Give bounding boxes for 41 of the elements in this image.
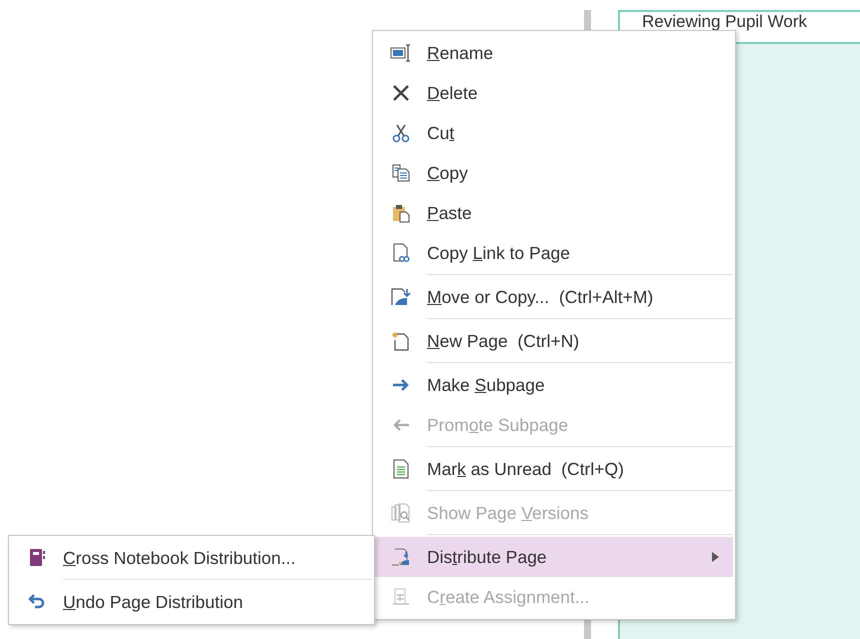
- menu-item-label: Show Page Versions: [427, 502, 589, 524]
- menu-item[interactable]: Mark as Unread (Ctrl+Q): [375, 449, 733, 489]
- menu-item-label: Mark as Unread (Ctrl+Q): [427, 458, 624, 480]
- menu-item[interactable]: Copy Link to Page: [375, 233, 733, 273]
- scissors-icon: [391, 123, 411, 143]
- menu-item-label: Make Subpage: [427, 374, 545, 396]
- menu-item[interactable]: Undo Page Distribution: [11, 582, 372, 622]
- menu-item[interactable]: Move or Copy... (Ctrl+Alt+M): [375, 277, 733, 317]
- menu-item[interactable]: Make Subpage: [375, 365, 733, 405]
- menu-item-label: New Page (Ctrl+N): [427, 330, 580, 352]
- move-page-icon: [390, 287, 412, 307]
- menu-item-label: Undo Page Distribution: [63, 592, 243, 612]
- menu-item-label: Paste: [427, 202, 472, 224]
- menu-item-label: Rename: [427, 42, 494, 64]
- new-page-icon: [391, 331, 411, 351]
- menu-item[interactable]: Delete: [375, 73, 733, 113]
- menu-item[interactable]: New Page (Ctrl+N): [375, 321, 733, 361]
- rename-icon: [390, 43, 412, 63]
- distribute-page-icon: [391, 547, 411, 567]
- menu-item-label: Cut: [427, 122, 454, 144]
- page-link-icon: [391, 243, 411, 263]
- menu-item-label: Copy: [427, 162, 468, 184]
- menu-item[interactable]: Copy: [375, 153, 733, 193]
- menu-item-label: Delete: [427, 82, 478, 104]
- menu-item-label: Move or Copy... (Ctrl+Alt+M): [427, 286, 654, 308]
- menu-item[interactable]: Paste: [375, 193, 733, 233]
- menu-item-label: Create Assignment...: [427, 586, 590, 608]
- menu-item-label: Distribute Page: [427, 546, 547, 568]
- menu-item-label: Copy Link to Page: [427, 242, 570, 264]
- page-versions-icon: [391, 503, 411, 523]
- menu-item[interactable]: Cut: [375, 113, 733, 153]
- menu-item[interactable]: Distribute Page: [375, 537, 733, 577]
- menu-item-label: Promote Subpage: [427, 414, 568, 436]
- copy-icon: [391, 163, 411, 183]
- menu-item-label: Cross Notebook Distribution...: [63, 548, 296, 568]
- menu-item[interactable]: Cross Notebook Distribution...: [11, 538, 372, 578]
- assignment-icon: [391, 587, 411, 607]
- clipboard-icon: [391, 203, 411, 223]
- delete-icon: [391, 83, 411, 103]
- notebook-icon: [27, 548, 47, 568]
- page-icon: [391, 459, 411, 479]
